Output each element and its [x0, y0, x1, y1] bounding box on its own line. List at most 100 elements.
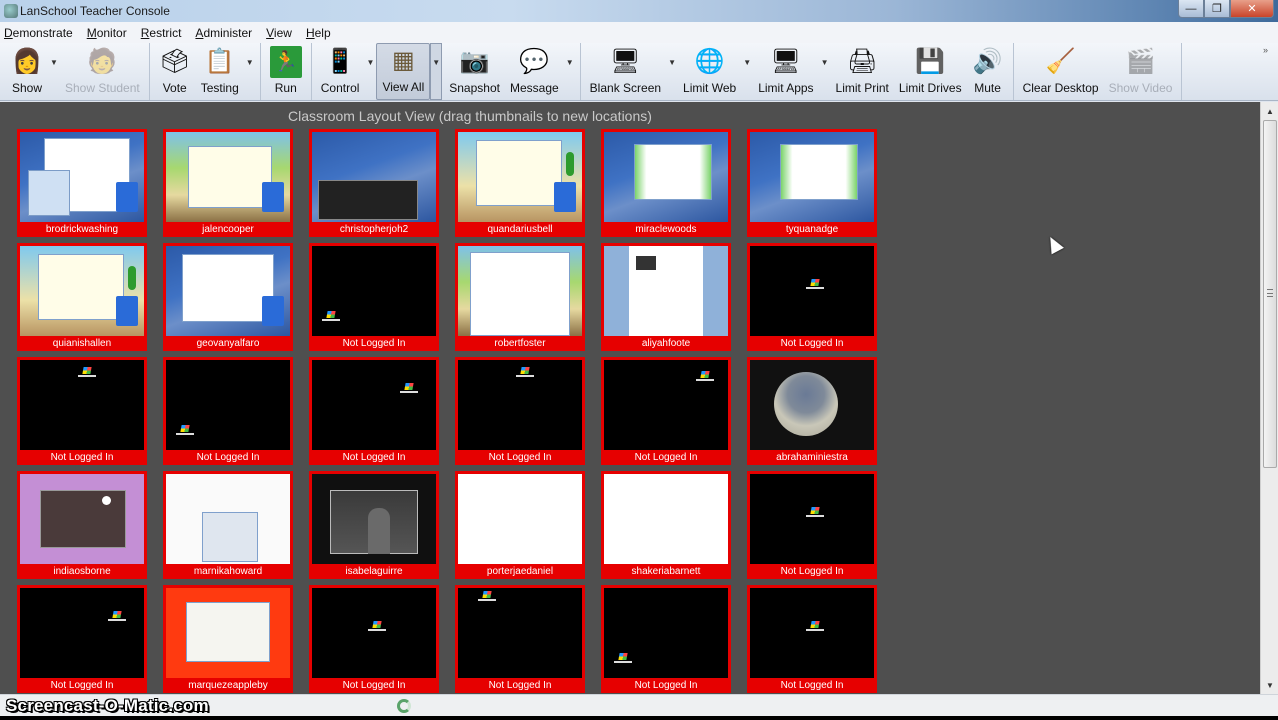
student-name-label: brodrickwashing — [45, 224, 119, 235]
student-name-label: porterjaedaniel — [486, 566, 554, 577]
student-screen-preview — [604, 474, 728, 564]
close-button[interactable]: ✕ — [1230, 0, 1274, 18]
student-thumbnail[interactable]: tyquanadge — [747, 129, 877, 237]
menu-restrict[interactable]: Restrict — [141, 26, 182, 40]
student-name-label: Not Logged In — [196, 452, 260, 463]
student-thumbnail[interactable]: aliyahfoote — [601, 243, 731, 351]
menu-demonstrate[interactable]: Demonstrate — [4, 26, 73, 40]
toolbar-group-restrict: 🖥 Blank Screen ▼ 🌐 Limit Web ▼ 🖥 Limit A… — [585, 43, 1014, 100]
limit-drives-button[interactable]: 💾 Limit Drives — [894, 43, 967, 100]
student-thumbnail[interactable]: Not Logged In — [309, 243, 439, 351]
message-icon: 💬 — [519, 48, 550, 75]
message-button[interactable]: 💬 Message — [505, 43, 564, 100]
testing-button[interactable]: 📋 Testing — [196, 43, 244, 100]
mute-button[interactable]: 🔊 Mute — [967, 43, 1009, 100]
student-screen-preview — [20, 474, 144, 564]
student-thumbnail[interactable]: abrahaminiestra — [747, 357, 877, 465]
student-thumbnail[interactable]: Not Logged In — [455, 357, 585, 465]
student-thumbnail[interactable]: jalencooper — [163, 129, 293, 237]
keypad-preview — [116, 296, 138, 326]
student-thumbnail[interactable]: isabelaguirre — [309, 471, 439, 579]
student-name-label: aliyahfoote — [641, 338, 691, 349]
student-thumbnail[interactable]: quandariusbell — [455, 129, 585, 237]
student-thumbnail[interactable]: robertfoster — [455, 243, 585, 351]
snapshot-button[interactable]: 📷 Snapshot — [444, 43, 505, 100]
run-button[interactable]: 🏃 Run — [265, 43, 307, 100]
student-screen-preview — [312, 246, 436, 336]
student-thumbnail[interactable]: indiaosborne — [17, 471, 147, 579]
menu-administer[interactable]: Administer — [195, 26, 252, 40]
student-screen-preview — [20, 360, 144, 450]
scroll-down-arrow-icon[interactable]: ▼ — [1263, 678, 1277, 692]
student-thumbnail[interactable]: Not Logged In — [747, 585, 877, 693]
show-student-button[interactable]: 🧑 Show Student — [60, 43, 145, 100]
student-thumbnail[interactable]: christopherjoh2 — [309, 129, 439, 237]
video-icon: 🎬 — [1125, 48, 1156, 75]
toolbar-group-assess: 🗳 Vote 📋 Testing ▼ — [154, 43, 261, 100]
student-thumbnail[interactable]: geovanyalfaro — [163, 243, 293, 351]
student-screen-preview — [750, 246, 874, 336]
cactus-preview — [128, 266, 136, 290]
view-all-button[interactable]: ▦ View All — [376, 43, 431, 100]
limit-apps-dropdown-arrow[interactable]: ▼ — [819, 43, 831, 100]
limit-web-button[interactable]: 🌐 Limit Web — [678, 43, 741, 100]
control-button[interactable]: 📱 Control — [316, 43, 365, 100]
student-thumbnail[interactable]: Not Logged In — [17, 585, 147, 693]
menu-view[interactable]: View — [266, 26, 292, 40]
vote-button[interactable]: 🗳 Vote — [154, 43, 196, 100]
menu-help[interactable]: Help — [306, 26, 331, 40]
app-window-preview — [188, 146, 272, 208]
student-thumbnail[interactable]: Not Logged In — [163, 357, 293, 465]
restore-button[interactable]: ❐ — [1204, 0, 1230, 18]
minimize-button[interactable]: — — [1178, 0, 1204, 18]
control-dropdown-arrow[interactable]: ▼ — [364, 43, 376, 100]
view-all-dropdown-arrow[interactable]: ▼ — [430, 43, 443, 100]
student-thumbnail[interactable]: Not Logged In — [601, 357, 731, 465]
vertical-scrollbar[interactable]: ▲ ▼ — [1260, 102, 1278, 694]
toolbar-overflow-chevron-icon[interactable]: » — [1263, 45, 1268, 55]
student-screen-preview — [458, 132, 582, 222]
blank-screen-dropdown-arrow[interactable]: ▼ — [666, 43, 678, 100]
globe-block-icon: 🌐 — [694, 48, 725, 75]
blank-screen-button[interactable]: 🖥 Blank Screen — [585, 43, 666, 100]
mute-label: Mute — [974, 81, 1001, 95]
student-screen-preview — [458, 246, 582, 336]
limit-print-button[interactable]: 🖨 Limit Print — [831, 43, 894, 100]
show-dropdown-arrow[interactable]: ▼ — [48, 43, 60, 100]
student-screen-preview — [458, 360, 582, 450]
app-window-preview — [202, 512, 258, 562]
limit-apps-button[interactable]: 🖥 Limit Apps — [753, 43, 818, 100]
title-bar: LanSchool Teacher Console — ❐ ✕ — [0, 0, 1278, 22]
app-window-preview — [780, 144, 858, 200]
student-thumbnail[interactable]: Not Logged In — [309, 585, 439, 693]
apps-block-icon: 🖥 — [770, 48, 802, 75]
menu-monitor[interactable]: Monitor — [87, 26, 127, 40]
scrollbar-thumb[interactable] — [1263, 120, 1277, 468]
student-thumbnail[interactable]: Not Logged In — [17, 357, 147, 465]
student-screen-preview — [166, 246, 290, 336]
clear-desktop-button[interactable]: 🧹 Clear Desktop — [1018, 43, 1104, 100]
windows-logo-icon — [696, 376, 714, 386]
student-thumbnail[interactable]: brodrickwashing — [17, 129, 147, 237]
student-thumbnail[interactable]: quianishallen — [17, 243, 147, 351]
show-video-button[interactable]: 🎬 Show Video — [1104, 43, 1178, 100]
scroll-up-arrow-icon[interactable]: ▲ — [1263, 104, 1277, 118]
student-thumbnail[interactable]: Not Logged In — [747, 243, 877, 351]
student-thumbnail[interactable]: marquezeappleby — [163, 585, 293, 693]
student-name-label: Not Logged In — [50, 452, 114, 463]
student-thumbnail[interactable]: shakeriabarnett — [601, 471, 731, 579]
limit-web-dropdown-arrow[interactable]: ▼ — [741, 43, 753, 100]
keypad-preview — [262, 182, 284, 212]
student-screen-preview — [312, 588, 436, 678]
message-dropdown-arrow[interactable]: ▼ — [564, 43, 576, 100]
student-thumbnail[interactable]: marnikahoward — [163, 471, 293, 579]
student-thumbnail[interactable]: Not Logged In — [309, 357, 439, 465]
student-thumbnail[interactable]: Not Logged In — [601, 585, 731, 693]
student-thumbnail[interactable]: miraclewoods — [601, 129, 731, 237]
student-name-label: miraclewoods — [635, 224, 697, 235]
testing-dropdown-arrow[interactable]: ▼ — [244, 43, 256, 100]
show-button[interactable]: 👩 Show — [6, 43, 48, 100]
student-thumbnail[interactable]: Not Logged In — [747, 471, 877, 579]
student-thumbnail[interactable]: porterjaedaniel — [455, 471, 585, 579]
student-thumbnail[interactable]: Not Logged In — [455, 585, 585, 693]
